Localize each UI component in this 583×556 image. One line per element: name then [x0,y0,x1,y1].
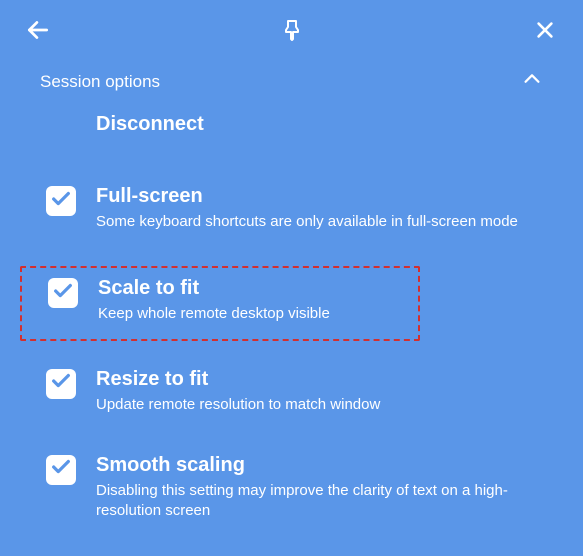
option-text: Full-screen Some keyboard shortcuts are … [96,184,537,232]
chevron-up-icon [521,68,543,95]
option-description: Update remote resolution to match window [96,395,537,415]
option-label: Smooth scaling [96,453,537,477]
check-icon [50,370,72,397]
pin-button[interactable] [278,18,306,46]
option-label: Scale to fit [98,276,378,300]
section-title: Session options [40,72,160,92]
top-bar [0,0,583,54]
check-icon [52,280,74,307]
close-button[interactable] [531,18,559,46]
checkbox-full-screen[interactable] [46,186,76,216]
check-icon [50,188,72,215]
checkbox-smooth-scaling[interactable] [46,455,76,485]
option-label: Resize to fit [96,367,537,391]
disconnect-button[interactable]: Disconnect [96,113,543,136]
options-content: Disconnect Full-screen Some keyboard sho… [0,113,583,527]
option-label: Full-screen [96,184,537,208]
option-description: Disabling this setting may improve the c… [96,481,537,522]
arrow-left-icon [25,17,51,48]
close-icon [534,19,556,46]
pin-icon [280,18,304,47]
option-text: Smooth scaling Disabling this setting ma… [96,453,537,522]
back-button[interactable] [24,18,52,46]
option-text: Scale to fit Keep whole remote desktop v… [98,276,378,324]
option-resize-to-fit: Resize to fit Update remote resolution t… [40,363,543,421]
checkbox-scale-to-fit[interactable] [48,278,78,308]
check-icon [50,456,72,483]
option-scale-to-fit: Scale to fit Keep whole remote desktop v… [20,266,420,340]
option-text: Resize to fit Update remote resolution t… [96,367,537,415]
section-header-session-options[interactable]: Session options [0,54,583,113]
checkbox-resize-to-fit[interactable] [46,369,76,399]
option-smooth-scaling: Smooth scaling Disabling this setting ma… [40,449,543,528]
option-description: Keep whole remote desktop visible [98,304,378,324]
option-full-screen: Full-screen Some keyboard shortcuts are … [40,180,543,238]
option-description: Some keyboard shortcuts are only availab… [96,212,537,232]
